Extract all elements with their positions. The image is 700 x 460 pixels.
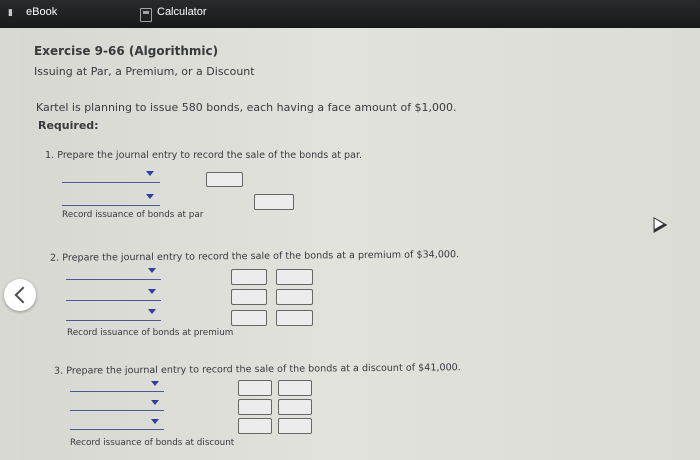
tab-calculator[interactable]: Calculator [157, 6, 207, 18]
q3-debit-input-3[interactable] [238, 418, 272, 434]
chevron-down-icon[interactable] [148, 268, 156, 273]
q3-account-dropdown-2[interactable] [70, 410, 164, 411]
q1-caption: Record issuance of bonds at par [62, 210, 204, 220]
required-heading: Required: [38, 119, 99, 132]
q2-debit-input-2[interactable] [231, 289, 267, 305]
question-1-text: 1. Prepare the journal entry to record t… [45, 150, 363, 161]
q2-caption: Record issuance of bonds at premium [67, 328, 234, 338]
q1-debit-input-1[interactable] [206, 172, 243, 187]
exercise-subtitle: Issuing at Par, a Premium, or a Discount [34, 65, 255, 78]
q2-account-dropdown-2[interactable] [66, 300, 161, 301]
back-button[interactable] [4, 279, 36, 311]
q3-account-dropdown-1[interactable] [70, 391, 164, 392]
q2-debit-input-3[interactable] [231, 310, 267, 326]
q3-credit-input-3[interactable] [278, 418, 312, 434]
q2-credit-input-2[interactable] [276, 289, 313, 305]
q1-account-dropdown-1[interactable] [62, 182, 160, 183]
chevron-down-icon[interactable] [146, 171, 154, 176]
exercise-intro: Kartel is planning to issue 580 bonds, e… [36, 101, 457, 114]
chevron-down-icon[interactable] [148, 309, 156, 314]
chevron-down-icon[interactable] [146, 194, 154, 199]
chevron-down-icon[interactable] [151, 400, 159, 405]
chevron-down-icon[interactable] [148, 289, 156, 294]
q3-debit-input-2[interactable] [238, 399, 272, 415]
q1-account-dropdown-2[interactable] [62, 205, 160, 206]
q2-account-dropdown-3[interactable] [66, 320, 161, 321]
exercise-title: Exercise 9-66 (Algorithmic) [34, 44, 219, 58]
ebook-icon: ▮ [8, 8, 13, 18]
top-toolbar: ▮ eBook Calculator [0, 0, 700, 28]
chevron-down-icon[interactable] [151, 419, 159, 424]
q2-account-dropdown-1[interactable] [66, 279, 161, 280]
tab-ebook[interactable]: eBook [26, 6, 57, 18]
q3-credit-input-2[interactable] [278, 399, 312, 415]
q3-debit-input-1[interactable] [238, 380, 272, 396]
q3-caption: Record issuance of bonds at discount [70, 438, 235, 448]
chevron-down-icon[interactable] [151, 381, 159, 386]
exercise-page [22, 28, 700, 460]
q2-credit-input-3[interactable] [276, 310, 313, 326]
q3-account-dropdown-3[interactable] [70, 429, 164, 430]
calculator-icon [140, 8, 152, 22]
q2-credit-input-1[interactable] [276, 269, 313, 285]
q1-credit-input-2[interactable] [254, 194, 294, 210]
q3-credit-input-1[interactable] [278, 380, 312, 396]
q2-debit-input-1[interactable] [231, 269, 267, 285]
